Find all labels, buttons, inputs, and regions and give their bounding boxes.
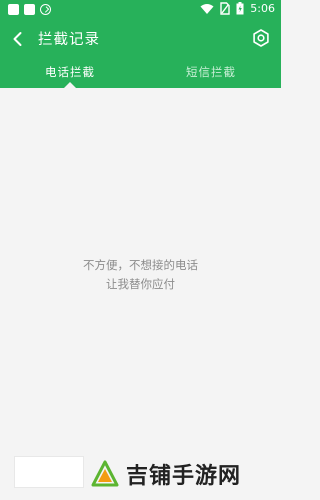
wifi-icon	[200, 3, 214, 14]
watermark-logo-icon	[91, 460, 119, 487]
watermark-text: 吉铺手游网	[126, 464, 242, 489]
notification-square-icon	[24, 4, 35, 15]
notification-square-icon	[8, 4, 19, 15]
tab-call-block[interactable]: 电话拦截	[0, 64, 140, 80]
watermark: 吉铺手游网	[90, 455, 280, 493]
empty-state: 不方便，不想接的电话 让我替你应付	[0, 256, 281, 294]
status-bar: 5:06	[0, 0, 281, 20]
gear-icon[interactable]	[251, 28, 271, 48]
battery-icon	[236, 2, 244, 15]
empty-state-line-2: 让我替你应付	[106, 277, 175, 291]
sync-circle-icon	[40, 4, 51, 15]
tab-sms-block[interactable]: 短信拦截	[141, 64, 281, 80]
page-title: 拦截记录	[38, 32, 100, 48]
bottom-left-box	[14, 456, 84, 488]
status-time: 5:06	[250, 2, 275, 15]
no-sim-icon	[220, 2, 230, 15]
status-right-icons: 5:06	[200, 2, 275, 15]
empty-state-line-1: 不方便，不想接的电话	[83, 258, 198, 272]
status-left-icons	[8, 4, 51, 15]
app-header: 拦截记录	[0, 20, 281, 58]
active-tab-indicator	[64, 82, 76, 88]
tab-bar: 电话拦截 短信拦截	[0, 58, 281, 88]
back-arrow-icon[interactable]	[10, 30, 26, 48]
